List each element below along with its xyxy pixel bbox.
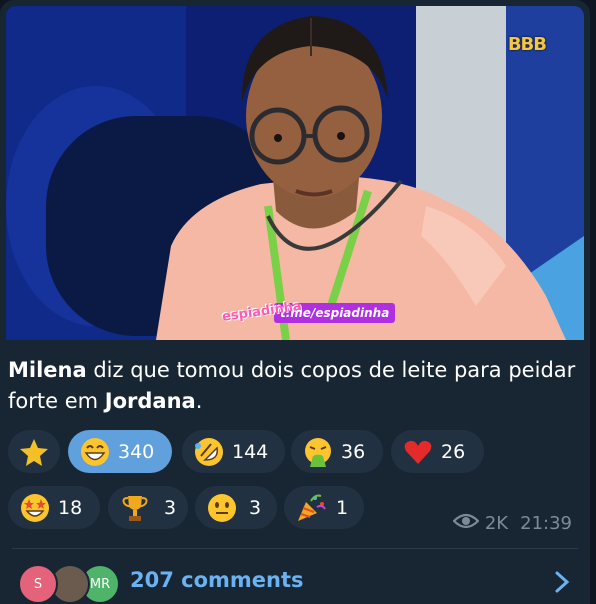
message-bubble: BBB espiadinha t.me/espiadinha Milena di… (0, 0, 590, 604)
caption-name-1: Milena (8, 358, 87, 382)
reaction-neutral[interactable]: 3 (195, 486, 277, 529)
reaction-count: 1 (336, 496, 349, 519)
reaction-count: 36 (341, 440, 366, 463)
reaction-party[interactable]: 1 (284, 486, 364, 529)
reaction-vomit[interactable]: 36 (291, 430, 383, 473)
reaction-count: 340 (118, 440, 155, 463)
trophy-icon (118, 491, 152, 525)
reaction-heart[interactable]: 26 (391, 430, 484, 473)
reaction-count: 3 (249, 496, 262, 519)
caption-text-2: . (195, 389, 203, 413)
star-icon (17, 435, 51, 469)
reaction-rofl[interactable]: 144 (182, 430, 285, 473)
watermark: espiadinha t.me/espiadinha (221, 298, 396, 328)
grinning-face-icon (78, 435, 112, 469)
post-meta: 2K 21:39 (452, 513, 572, 534)
comments-button[interactable]: S MR 207 comments (0, 556, 590, 604)
vomiting-face-icon (301, 435, 335, 469)
reaction-count: 18 (58, 496, 83, 519)
avatar: S (18, 564, 58, 604)
reaction-count: 26 (441, 440, 466, 463)
photo-illustration (6, 6, 584, 340)
chevron-right-icon (554, 570, 570, 598)
post-photo[interactable]: BBB espiadinha t.me/espiadinha (6, 6, 584, 340)
red-heart-icon (401, 435, 435, 469)
reaction-star[interactable] (8, 430, 60, 473)
reaction-star-struck[interactable]: 18 (8, 486, 100, 529)
rolling-laughing-face-icon (192, 435, 226, 469)
watermark-logo: espiadinha (221, 298, 303, 325)
reaction-count: 144 (232, 440, 269, 463)
post-caption: Milena diz que tomou dois copos de leite… (8, 355, 578, 417)
divider (12, 548, 578, 549)
post-time: 21:39 (520, 513, 572, 534)
eye-icon (452, 513, 480, 534)
reaction-count: 3 (164, 496, 177, 519)
bbb-logo: BBB (507, 34, 547, 55)
views-count: 2K (484, 513, 509, 534)
party-popper-icon (294, 491, 328, 525)
caption-name-2: Jordana (104, 389, 196, 413)
comments-count: 207 comments (130, 568, 304, 592)
neutral-face-icon (205, 491, 239, 525)
reaction-grinning[interactable]: 340 (68, 430, 172, 473)
reaction-trophy[interactable]: 3 (108, 486, 188, 529)
star-struck-face-icon (18, 491, 52, 525)
caption-text-1: diz que tomou dois copos de leite para p… (8, 358, 576, 413)
